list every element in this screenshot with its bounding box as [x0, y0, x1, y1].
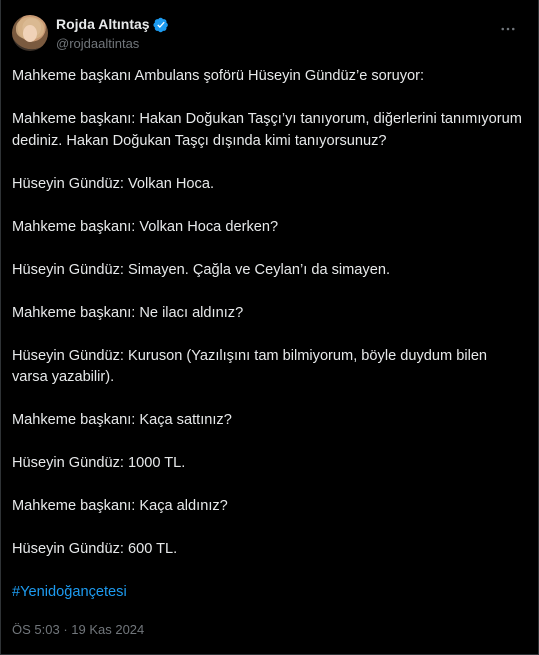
- meta-separator: ·: [59, 622, 72, 637]
- hashtag-link[interactable]: #Yenidoğançetesi: [12, 584, 127, 600]
- user-handle[interactable]: @rojdaaltintas: [56, 34, 169, 53]
- tweet-paragraph: Hüseyin Gündüz: Volkan Hoca.: [12, 175, 214, 192]
- tweet-paragraph: Mahkeme başkanı: Kaça sattınız?: [12, 412, 232, 428]
- more-horizontal-icon[interactable]: [498, 19, 518, 39]
- tweet-paragraph: Mahkeme başkanı: Hakan Doğukan Taşçı’yı …: [12, 111, 522, 149]
- tweet-paragraph: Hüseyin Gündüz: Simayen. Çağla ve Ceylan…: [12, 261, 391, 278]
- verified-badge-icon: [153, 17, 168, 32]
- tweet-paragraph: Hüseyin Gündüz: 600 TL.: [12, 541, 178, 557]
- more-dots-graphic: [501, 27, 515, 31]
- tweet-timestamp: ÖS 5:03 · 19 Kas 2024: [12, 622, 144, 637]
- tweet-paragraph: Mahkeme başkanı Ambulans şoförü Hüseyin …: [12, 68, 425, 84]
- tweet-date[interactable]: 19 Kas 2024: [71, 622, 144, 637]
- tweet-paragraph: Hüseyin Gündüz: 1000 TL.: [12, 455, 186, 471]
- avatar[interactable]: [12, 15, 48, 51]
- name-row: Rojda Altıntaş: [56, 15, 169, 34]
- hashtag-paragraph: #Yenidoğançetesi: [12, 582, 524, 604]
- user-info: Rojda Altıntaş @rojdaaltintas: [56, 15, 169, 53]
- avatar-face: [23, 25, 37, 42]
- tweet-text: Mahkeme başkanı Ambulans şoförü Hüseyin …: [12, 66, 524, 625]
- display-name[interactable]: Rojda Altıntaş: [56, 15, 150, 34]
- tweet-paragraph: Hüseyin Gündüz: Kuruson (Yazılışını tam …: [12, 347, 488, 386]
- tweet: Rojda Altıntaş @rojdaaltintas Mahkeme ba…: [0, 0, 539, 655]
- tweet-time[interactable]: ÖS 5:03: [12, 622, 60, 637]
- tweet-paragraph: Mahkeme başkanı: Kaça aldınız?: [12, 498, 228, 514]
- tweet-header: Rojda Altıntaş @rojdaaltintas: [12, 15, 524, 59]
- tweet-paragraph: Mahkeme başkanı: Volkan Hoca derken?: [12, 218, 279, 235]
- tweet-paragraph: Mahkeme başkanı: Ne ilacı aldınız?: [12, 304, 244, 321]
